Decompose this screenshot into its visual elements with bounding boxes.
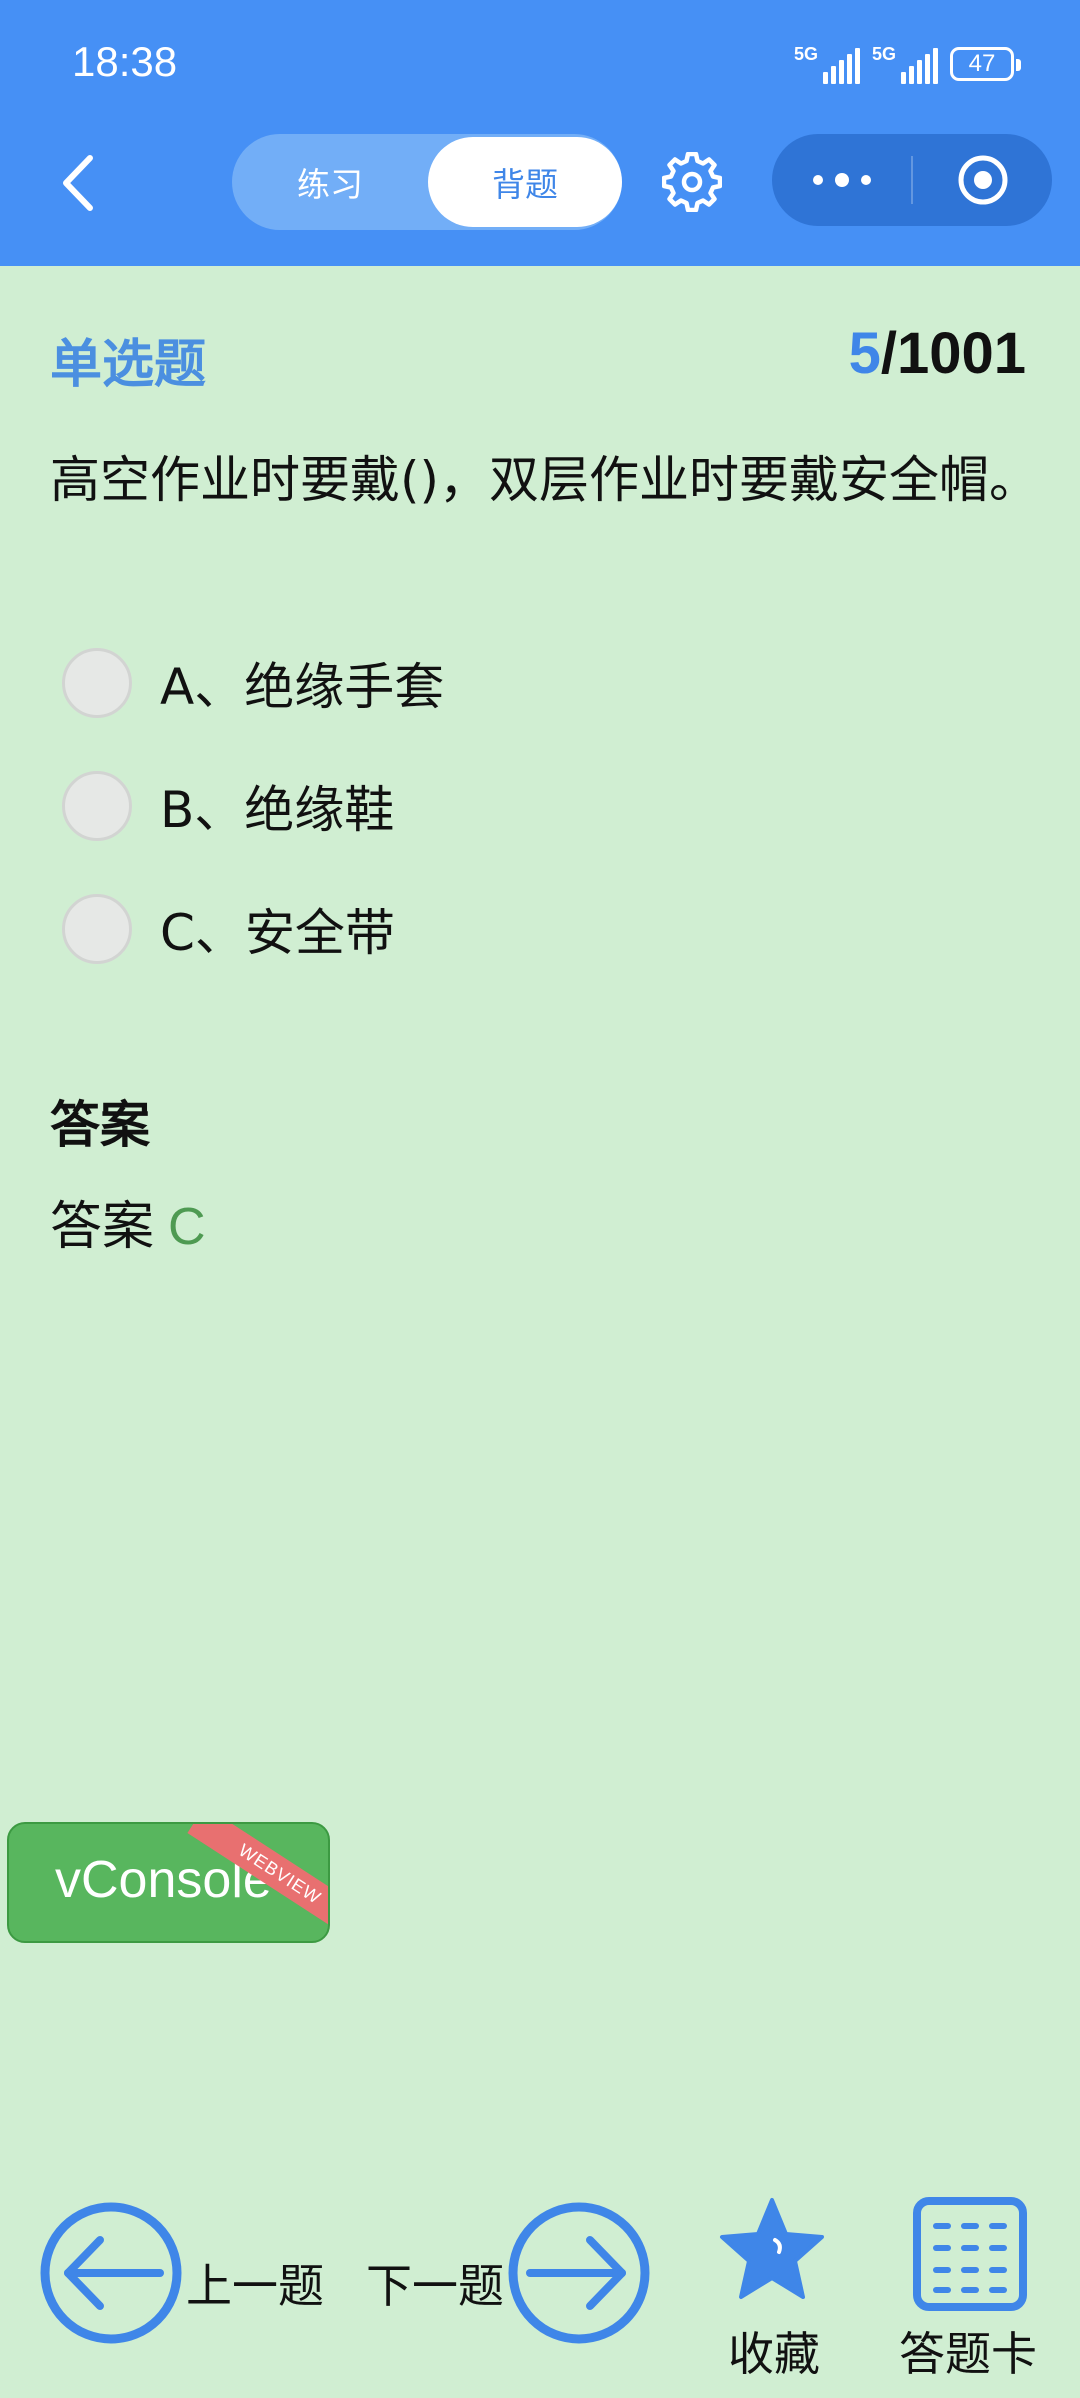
target-icon xyxy=(958,155,1007,205)
question-counter: 5/1001 xyxy=(849,320,1026,387)
more-dots-icon-mid xyxy=(834,173,849,187)
more-dots-icon-end xyxy=(860,175,871,185)
back-arrow-icon xyxy=(63,155,93,211)
tab-practice[interactable]: 练习 xyxy=(232,134,428,230)
question-text: 高空作业时要戴()，双层作业时要戴安全帽。 xyxy=(50,451,1040,509)
option-b[interactable]: B、绝缘鞋 xyxy=(62,766,394,846)
status-time: 18:38 xyxy=(72,38,178,85)
option-label: A、绝缘手套 xyxy=(160,658,445,716)
network-label-2: 5G xyxy=(871,44,896,64)
answer-prefix: 答案 xyxy=(50,1197,155,1257)
option-label: C、安全带 xyxy=(160,904,395,962)
radio-circle[interactable] xyxy=(62,771,132,841)
option-c[interactable]: C、安全带 xyxy=(62,889,395,969)
answer-card-button[interactable]: 答题卡 xyxy=(895,2196,1045,2381)
right-arrow-circle-icon xyxy=(508,2202,650,2344)
tab-recite[interactable]: 背题 xyxy=(428,137,622,227)
prev-question-label: 上一题 xyxy=(186,2259,324,2313)
favorite-label: 收藏 xyxy=(728,2327,820,2381)
signal-5g-icon-2: 5G xyxy=(872,44,938,84)
miniprogram-capsule xyxy=(772,134,1052,226)
answer-card-label: 答题卡 xyxy=(899,2327,1037,2381)
close-miniprogram-button[interactable] xyxy=(913,134,1052,226)
answer-value: C xyxy=(168,1198,206,1256)
option-label: B、绝缘鞋 xyxy=(160,781,395,839)
next-question-button[interactable]: 下一题 xyxy=(366,2200,652,2348)
more-button[interactable] xyxy=(772,134,911,226)
question-type: 单选题 xyxy=(50,335,207,395)
gear-icon xyxy=(661,151,723,213)
battery-icon: 47 xyxy=(950,47,1021,81)
favorite-button[interactable]: 收藏 xyxy=(712,2196,832,2381)
radio-circle[interactable] xyxy=(62,894,132,964)
answer-line: 答案 C xyxy=(50,1184,206,1259)
radio-circle[interactable] xyxy=(62,648,132,718)
current-index: 5 xyxy=(848,321,881,386)
back-button[interactable] xyxy=(52,150,112,216)
answer-card-icon xyxy=(913,2197,1027,2311)
vconsole-button[interactable]: vConsole WEBVIEW xyxy=(7,1822,330,1943)
battery-level: 47 xyxy=(968,50,996,77)
network-label: 5G xyxy=(793,44,818,64)
star-icon xyxy=(720,2198,824,2299)
left-arrow-circle-icon xyxy=(40,2202,182,2344)
status-indicators: 5G 5G 47 xyxy=(794,42,1021,86)
mode-switch: 练习 背题 xyxy=(232,134,622,230)
top-header: 18:38 5G 5G 47 练习 背题 xyxy=(0,0,1080,266)
settings-button[interactable] xyxy=(661,151,723,213)
signal-5g-icon: 5G xyxy=(794,44,860,84)
total-count: /1001 xyxy=(880,321,1026,386)
prev-question-button[interactable]: 上一题 xyxy=(38,2200,328,2348)
more-dots-icon xyxy=(812,175,823,185)
option-a[interactable]: A、绝缘手套 xyxy=(62,643,444,723)
next-question-label: 下一题 xyxy=(366,2259,504,2313)
answer-heading: 答案 xyxy=(50,1096,150,1154)
